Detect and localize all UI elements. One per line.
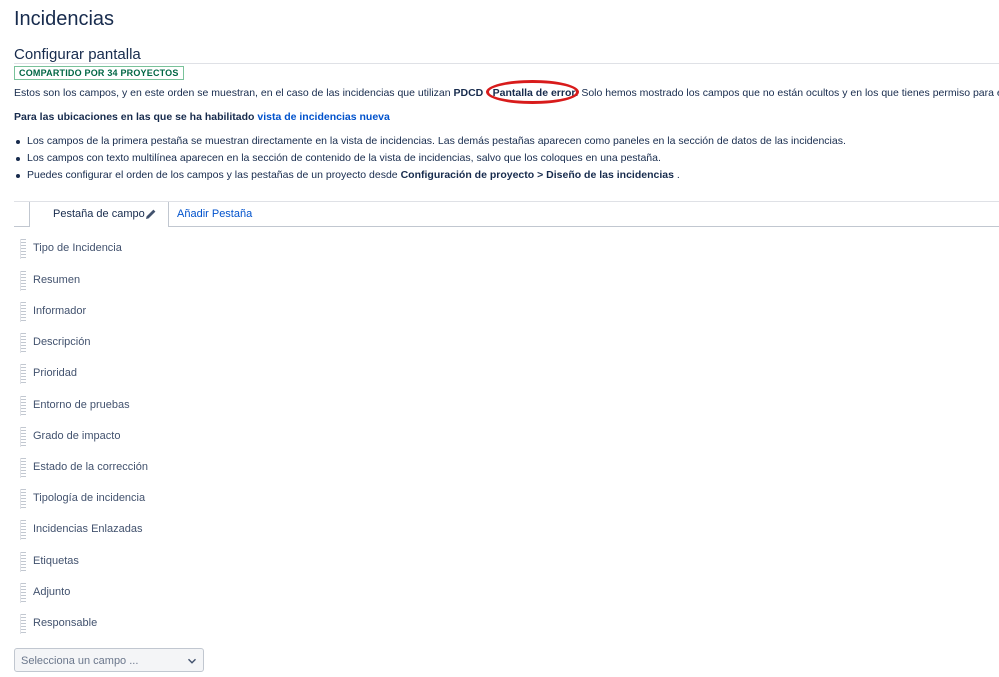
field-label: Tipo de Incidencia <box>33 242 122 254</box>
field-label: Adjunto <box>33 586 71 598</box>
bullet-text-end: . <box>676 169 680 181</box>
new-view-note: Para las ubicaciones en las que se ha ha… <box>14 111 390 123</box>
bullet-text: Los campos de la primera pestaña se mues… <box>27 135 846 147</box>
shared-projects-badge[interactable]: COMPARTIDO POR 34 PROYECTOS <box>14 66 184 80</box>
field-label: Resumen <box>33 274 81 286</box>
field-label: Informador <box>33 305 87 317</box>
field-label: Prioridad <box>33 367 78 379</box>
drag-handle-icon[interactable] <box>20 333 26 353</box>
drag-handle-icon[interactable] <box>20 552 26 572</box>
drag-handle-icon[interactable] <box>20 239 26 259</box>
drag-handle-icon[interactable] <box>20 520 26 540</box>
drag-handle-icon[interactable] <box>20 364 26 384</box>
project-name: PDCD <box>453 87 484 99</box>
tab-field[interactable]: Pestaña de campo <box>29 202 169 227</box>
field-select-placeholder: Selecciona un campo ... <box>21 655 139 667</box>
section-title: Configurar pantalla <box>14 46 141 63</box>
field-label: Incidencias Enlazadas <box>33 523 143 535</box>
bullet-item: Los campos con texto multilínea aparecen… <box>14 150 846 167</box>
field-label: Etiquetas <box>33 555 79 567</box>
project-config-path: Configuración de proyecto > Diseño de la… <box>400 169 674 181</box>
field-label: Tipología de incidencia <box>33 492 146 504</box>
intro-after: . Solo hemos mostrado los campos que no … <box>575 87 999 99</box>
chevron-down-icon <box>188 658 196 664</box>
intro-before: Estos son los campos, y en este orden se… <box>14 87 451 99</box>
intro-text: Estos son los campos, y en este orden se… <box>14 80 999 104</box>
field-select[interactable]: Selecciona un campo ... <box>14 648 204 672</box>
tab-field-label: Pestaña de campo <box>53 208 145 220</box>
add-tab-link[interactable]: Añadir Pestaña <box>177 208 252 220</box>
bullet-text: Los campos con texto multilínea aparecen… <box>27 152 661 164</box>
field-label: Grado de impacto <box>33 430 121 442</box>
bullet-text: Puedes configurar el orden de los campos… <box>27 169 398 181</box>
page-title: Incidencias <box>14 8 115 30</box>
pencil-icon[interactable] <box>145 208 157 220</box>
field-label: Estado de la corrección <box>33 461 148 473</box>
drag-handle-icon[interactable] <box>20 271 26 291</box>
new-view-text: Para las ubicaciones en las que se ha ha… <box>14 111 255 123</box>
drag-handle-icon[interactable] <box>20 489 26 509</box>
bullet-item: Puedes configurar el orden de los campos… <box>14 167 846 184</box>
header-divider <box>14 63 999 64</box>
drag-handle-icon[interactable] <box>20 302 26 322</box>
field-label: Descripción <box>33 336 91 348</box>
field-label: Entorno de pruebas <box>33 399 130 411</box>
bullet-item: Los campos de la primera pestaña se mues… <box>14 133 846 150</box>
drag-handle-icon[interactable] <box>20 396 26 416</box>
drag-handle-icon[interactable] <box>20 614 26 634</box>
field-label: Responsable <box>33 617 98 629</box>
red-annotation-oval <box>485 80 579 104</box>
info-bullets: Los campos de la primera pestaña se mues… <box>14 133 846 184</box>
drag-handle-icon[interactable] <box>20 458 26 478</box>
drag-handle-icon[interactable] <box>20 427 26 447</box>
new-view-link[interactable]: vista de incidencias nueva <box>257 111 389 123</box>
drag-handle-icon[interactable] <box>20 583 26 603</box>
screen-name-highlight: Pantalla de error <box>485 80 579 104</box>
